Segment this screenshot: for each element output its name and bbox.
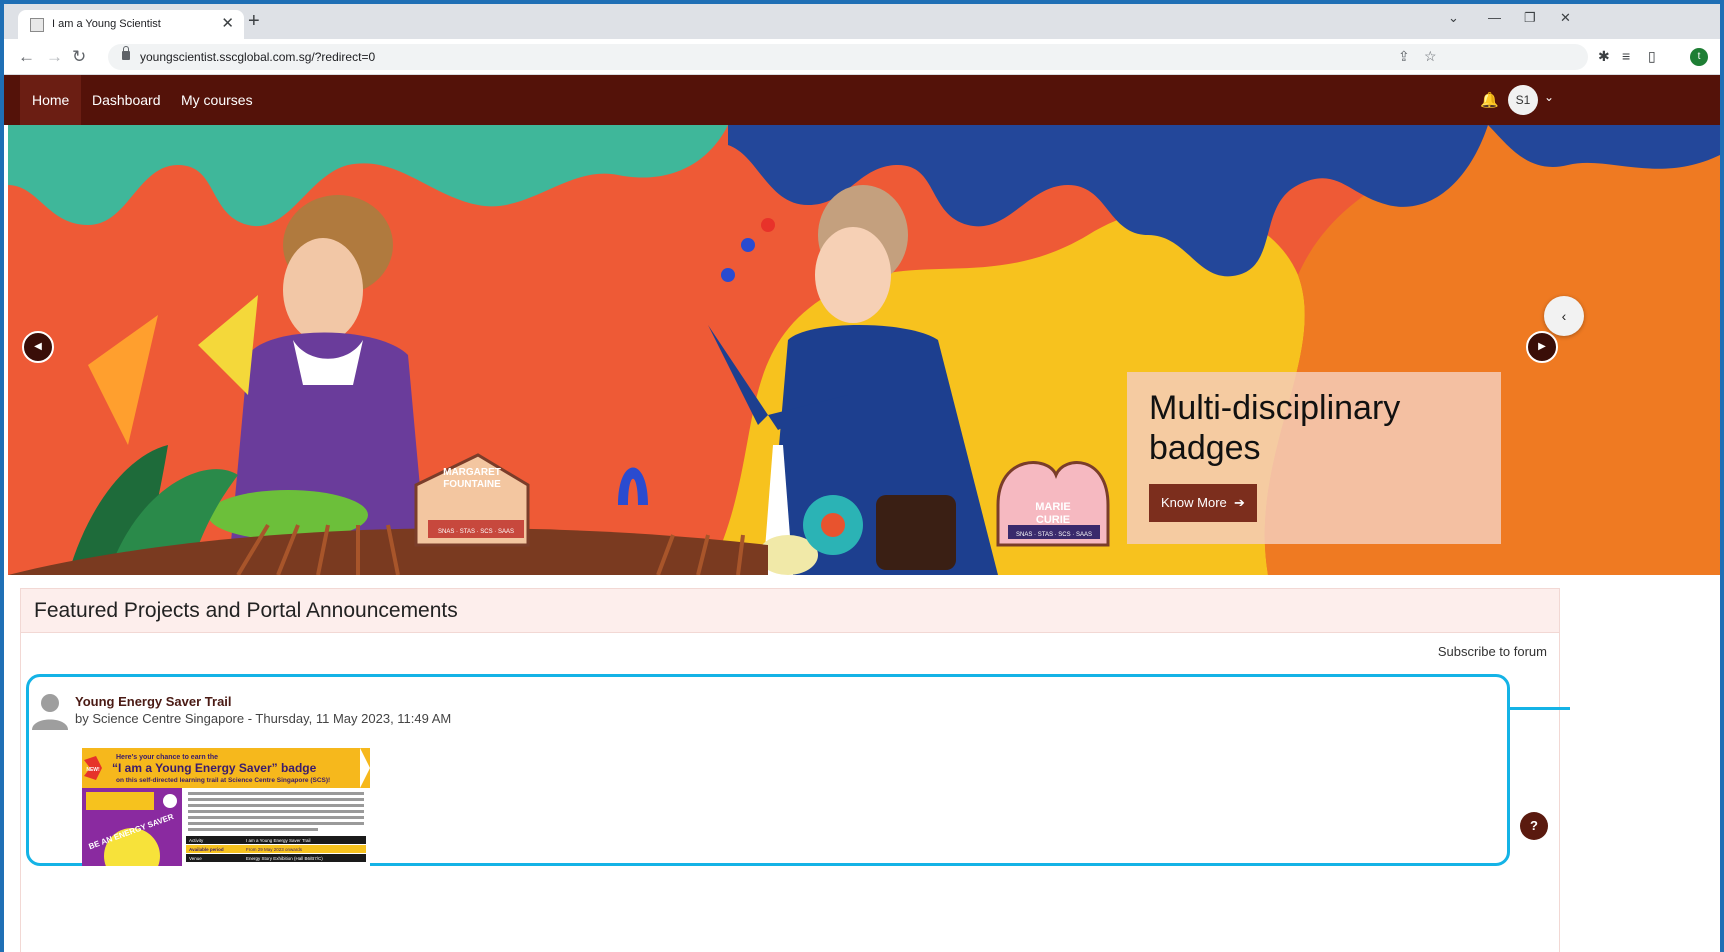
badge-fountaine-line2: FOUNTAINE	[443, 479, 501, 490]
side-panel-icon[interactable]: ▯	[1648, 48, 1656, 65]
badge-fountaine-line1: MARGARET	[443, 467, 501, 478]
flyer-table-r2-label: Available period	[189, 847, 224, 852]
badge-fountaine-footer: SNAS · STAS · SCS · SAAS	[438, 529, 514, 535]
notification-bell-icon[interactable]: 🔔	[1480, 91, 1499, 109]
flyer-line1: Here's your chance to earn the	[116, 754, 218, 761]
share-icon[interactable]: ⇪	[1398, 48, 1410, 65]
flyer-line3: on this self-directed learning trail at …	[116, 777, 330, 784]
flyer-table-r1-value: I am a Young Energy Saver Trail	[246, 838, 311, 843]
reload-icon[interactable]: ↻	[72, 47, 86, 67]
browser-tab[interactable]: I am a Young Scientist ✕	[18, 10, 244, 39]
site-navbar: Home Dashboard My courses 🔔 S1 ⌄	[4, 75, 1720, 125]
badge-curie-line1: MARIE	[1035, 501, 1070, 513]
tab-close-icon[interactable]: ✕	[221, 14, 234, 32]
tab-strip: I am a Young Scientist ✕ + ⌄ — ❐ ✕	[4, 4, 1720, 39]
post-byline: by Science Centre Singapore - Thursday, …	[75, 711, 452, 726]
restore-icon[interactable]: ❐	[1524, 10, 1536, 26]
flyer-table-r2-value: From 29 May 2023 onwards	[246, 847, 303, 852]
omnibox[interactable]: youngscientist.sscglobal.com.sg/?redirec…	[108, 44, 1588, 70]
flyer-table-r1-label: Activity	[189, 838, 204, 843]
arrow-right-icon: ➔	[1230, 495, 1245, 510]
extensions-icon[interactable]: ✱	[1598, 48, 1610, 65]
flyer-headline: “I am a Young Energy Saver” badge	[112, 761, 317, 775]
lock-icon	[122, 46, 130, 60]
back-icon[interactable]: ←	[18, 47, 35, 67]
badge-curie-line2: CURIE	[1036, 514, 1070, 526]
new-tab-button[interactable]: +	[248, 10, 260, 33]
flyer-table-r3-label: Venue	[189, 856, 202, 861]
caption-title: Multi-disciplinary badges	[1149, 389, 1401, 467]
browser-window: I am a Young Scientist ✕ + ⌄ — ❐ ✕ ← → ↻…	[4, 4, 1720, 952]
tab-search-icon[interactable]: ⌄	[1448, 10, 1459, 26]
url-text[interactable]: youngscientist.sscglobal.com.sg/?redirec…	[140, 50, 375, 64]
subscribe-forum-link[interactable]: Subscribe to forum	[1438, 644, 1547, 659]
post-flyer-image[interactable]: NEW! Here's your chance to earn the “I a…	[82, 748, 370, 866]
flyer-new-tag: NEW!	[86, 767, 100, 773]
address-bar-row: ← → ↻ youngscientist.sscglobal.com.sg/?r…	[4, 39, 1720, 75]
flyer-table-r3-value: Energy Story Exhibition (Hall B6/B7/C)	[246, 856, 323, 861]
featured-heading: Featured Projects and Portal Announcemen…	[21, 589, 1559, 633]
help-button[interactable]: ?	[1520, 812, 1548, 840]
drawer-toggle-chevron-left-icon[interactable]: ‹	[1544, 296, 1584, 336]
browser-profile-avatar[interactable]: t	[1690, 48, 1708, 66]
know-more-button[interactable]: Know More ➔	[1149, 484, 1257, 522]
nav-dashboard[interactable]: Dashboard	[92, 75, 161, 125]
close-window-icon[interactable]: ✕	[1560, 10, 1571, 26]
nav-home[interactable]: Home	[20, 75, 82, 125]
reading-list-icon[interactable]: ≡	[1622, 48, 1630, 64]
site-favicon-icon	[30, 18, 44, 32]
hero-carousel: MARGARET FOUNTAINE SNAS · STAS · SCS · S…	[8, 125, 1720, 575]
post-author-avatar-icon	[32, 694, 68, 730]
carousel-prev-button[interactable]: ◀	[22, 331, 54, 363]
carousel-caption: Multi-disciplinary badges Know More ➔	[1127, 372, 1501, 544]
know-more-label: Know More	[1161, 495, 1227, 510]
tab-title: I am a Young Scientist	[52, 18, 161, 30]
post-title-link[interactable]: Young Energy Saver Trail	[75, 694, 232, 709]
user-menu-chevron-icon[interactable]: ⌄	[1544, 90, 1554, 104]
highlight-connector-line	[1510, 707, 1570, 710]
user-avatar[interactable]: S1	[1508, 85, 1538, 115]
badge-curie-footer: SNAS · STAS · SCS · SAAS	[1016, 532, 1092, 538]
nav-my-courses[interactable]: My courses	[181, 75, 253, 125]
forward-icon[interactable]: →	[46, 47, 63, 67]
bookmark-star-icon[interactable]: ☆	[1424, 48, 1437, 65]
minimize-icon[interactable]: —	[1488, 10, 1501, 25]
carousel-next-button[interactable]: ▶	[1526, 331, 1558, 363]
